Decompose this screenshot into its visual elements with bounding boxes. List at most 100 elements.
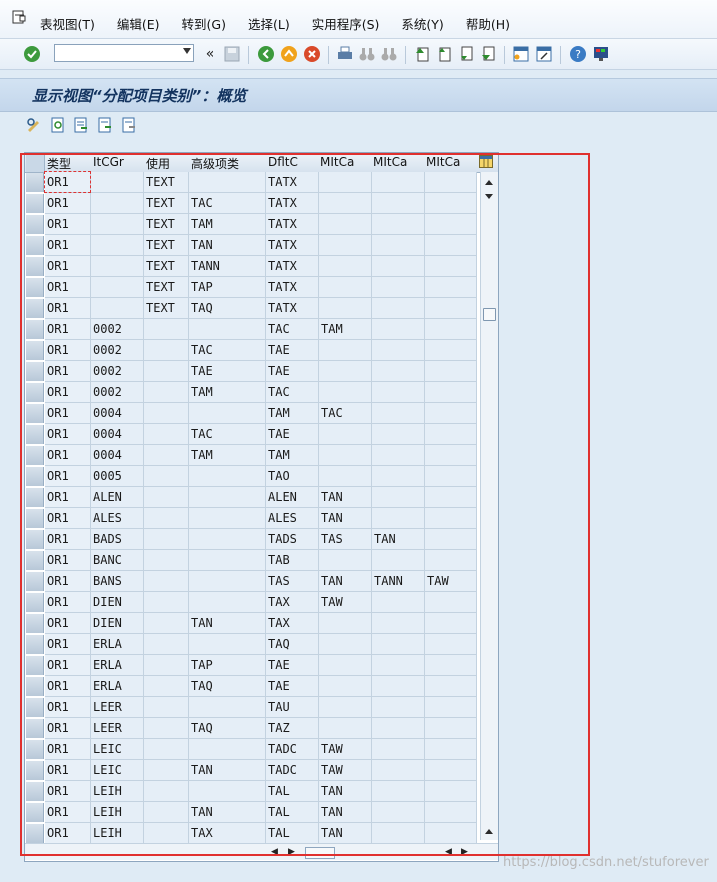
cell-mitca-1[interactable] [319, 445, 372, 466]
cell-dfltc[interactable]: TAE [266, 424, 319, 445]
row-selector-button[interactable] [26, 257, 44, 276]
cell-usage[interactable] [144, 382, 189, 403]
vertical-scroll-thumb[interactable] [483, 308, 496, 321]
cell-higher-item-category[interactable] [189, 697, 266, 718]
cell-dfltc[interactable]: TAO [266, 466, 319, 487]
shortcut-button[interactable] [534, 44, 554, 64]
cell-higher-item-category[interactable] [189, 487, 266, 508]
cell-dfltc[interactable]: ALEN [266, 487, 319, 508]
cell-mitca-1[interactable]: TAN [319, 823, 372, 844]
enter-button[interactable] [22, 44, 42, 64]
cell-dfltc[interactable]: TAM [266, 445, 319, 466]
cell-type[interactable]: OR1 [45, 340, 91, 361]
column-header-itcgr[interactable]: ItCGr [93, 155, 124, 169]
cell-dfltc[interactable]: TAU [266, 697, 319, 718]
cell-mitca-3[interactable] [425, 802, 477, 823]
cell-mitca-1[interactable] [319, 718, 372, 739]
cell-itcgr[interactable]: LEER [91, 718, 144, 739]
cell-mitca-2[interactable]: TANN [372, 571, 425, 592]
horizontal-scroll-thumb[interactable] [305, 847, 335, 859]
cell-mitca-2[interactable] [372, 592, 425, 613]
cell-type[interactable]: OR1 [45, 193, 91, 214]
new-session-button[interactable] [511, 44, 531, 64]
cell-usage[interactable] [144, 529, 189, 550]
cell-type[interactable]: OR1 [45, 487, 91, 508]
back-button[interactable] [256, 44, 276, 64]
cell-mitca-1[interactable]: TAC [319, 403, 372, 424]
cell-dfltc[interactable]: TATX [266, 214, 319, 235]
cell-mitca-2[interactable] [372, 802, 425, 823]
cell-type[interactable]: OR1 [45, 760, 91, 781]
cell-usage[interactable] [144, 823, 189, 844]
cell-itcgr[interactable] [91, 172, 144, 193]
cell-mitca-3[interactable] [425, 676, 477, 697]
scroll-right-small-arrow-icon[interactable]: ▶ [288, 847, 295, 857]
cell-mitca-1[interactable] [319, 193, 372, 214]
scroll-right-arrow-icon[interactable]: ▶ [461, 847, 468, 857]
cell-dfltc[interactable]: TADS [266, 529, 319, 550]
cell-mitca-1[interactable] [319, 424, 372, 445]
cell-mitca-2[interactable] [372, 487, 425, 508]
cell-type[interactable]: OR1 [45, 508, 91, 529]
cell-higher-item-category[interactable] [189, 592, 266, 613]
menu-table-view[interactable]: 表视图(T) [40, 14, 95, 33]
cell-usage[interactable] [144, 802, 189, 823]
deselect-all-button[interactable] [119, 115, 139, 135]
cell-mitca-2[interactable] [372, 214, 425, 235]
cell-mitca-3[interactable] [425, 592, 477, 613]
cell-mitca-2[interactable] [372, 781, 425, 802]
cell-itcgr[interactable]: LEIC [91, 739, 144, 760]
cell-type[interactable]: OR1 [45, 298, 91, 319]
cell-higher-item-category[interactable]: TAC [189, 424, 266, 445]
cell-higher-item-category[interactable]: TAP [189, 655, 266, 676]
cell-dfltc[interactable]: TADC [266, 760, 319, 781]
cell-itcgr[interactable]: ERLA [91, 676, 144, 697]
cell-mitca-3[interactable] [425, 529, 477, 550]
cell-mitca-1[interactable] [319, 172, 372, 193]
cell-mitca-3[interactable] [425, 319, 477, 340]
cell-higher-item-category[interactable]: TAC [189, 193, 266, 214]
row-selector-button[interactable] [26, 530, 44, 549]
cell-usage[interactable] [144, 361, 189, 382]
cell-dfltc[interactable]: TAX [266, 592, 319, 613]
cell-mitca-3[interactable] [425, 781, 477, 802]
cell-itcgr[interactable]: 0004 [91, 403, 144, 424]
first-page-button[interactable] [412, 44, 432, 64]
cell-higher-item-category[interactable]: TAP [189, 277, 266, 298]
cell-higher-item-category[interactable]: TAC [189, 340, 266, 361]
cell-mitca-3[interactable] [425, 403, 477, 424]
cell-itcgr[interactable]: LEIH [91, 823, 144, 844]
cell-higher-item-category[interactable]: TAQ [189, 298, 266, 319]
cell-dfltc[interactable]: TAL [266, 781, 319, 802]
cell-usage[interactable]: TEXT [144, 298, 189, 319]
cell-type[interactable]: OR1 [45, 214, 91, 235]
cell-mitca-1[interactable]: TAW [319, 739, 372, 760]
cell-mitca-1[interactable] [319, 214, 372, 235]
cell-usage[interactable] [144, 571, 189, 592]
cell-dfltc[interactable]: TAE [266, 676, 319, 697]
cell-usage[interactable] [144, 550, 189, 571]
cell-mitca-2[interactable] [372, 319, 425, 340]
scroll-down-small-arrow-icon[interactable] [485, 194, 493, 199]
row-selector-button[interactable] [26, 656, 44, 675]
cell-dfltc[interactable]: TAM [266, 403, 319, 424]
cell-mitca-2[interactable] [372, 655, 425, 676]
row-selector-button[interactable] [26, 299, 44, 318]
row-selector-button[interactable] [26, 404, 44, 423]
cell-itcgr[interactable] [91, 256, 144, 277]
cell-higher-item-category[interactable]: TAM [189, 382, 266, 403]
cell-itcgr[interactable] [91, 235, 144, 256]
cell-higher-item-category[interactable] [189, 403, 266, 424]
cell-dfltc[interactable]: TAZ [266, 718, 319, 739]
cell-usage[interactable] [144, 781, 189, 802]
cell-usage[interactable] [144, 403, 189, 424]
cell-higher-item-category[interactable] [189, 781, 266, 802]
row-selector-button[interactable] [26, 803, 44, 822]
cell-mitca-1[interactable] [319, 613, 372, 634]
scroll-up-arrow-icon[interactable] [485, 180, 493, 185]
cell-mitca-2[interactable] [372, 676, 425, 697]
cell-dfltc[interactable]: TAB [266, 550, 319, 571]
column-header-usage[interactable]: 使用 [146, 155, 170, 172]
cell-type[interactable]: OR1 [45, 676, 91, 697]
cell-type[interactable]: OR1 [45, 319, 91, 340]
